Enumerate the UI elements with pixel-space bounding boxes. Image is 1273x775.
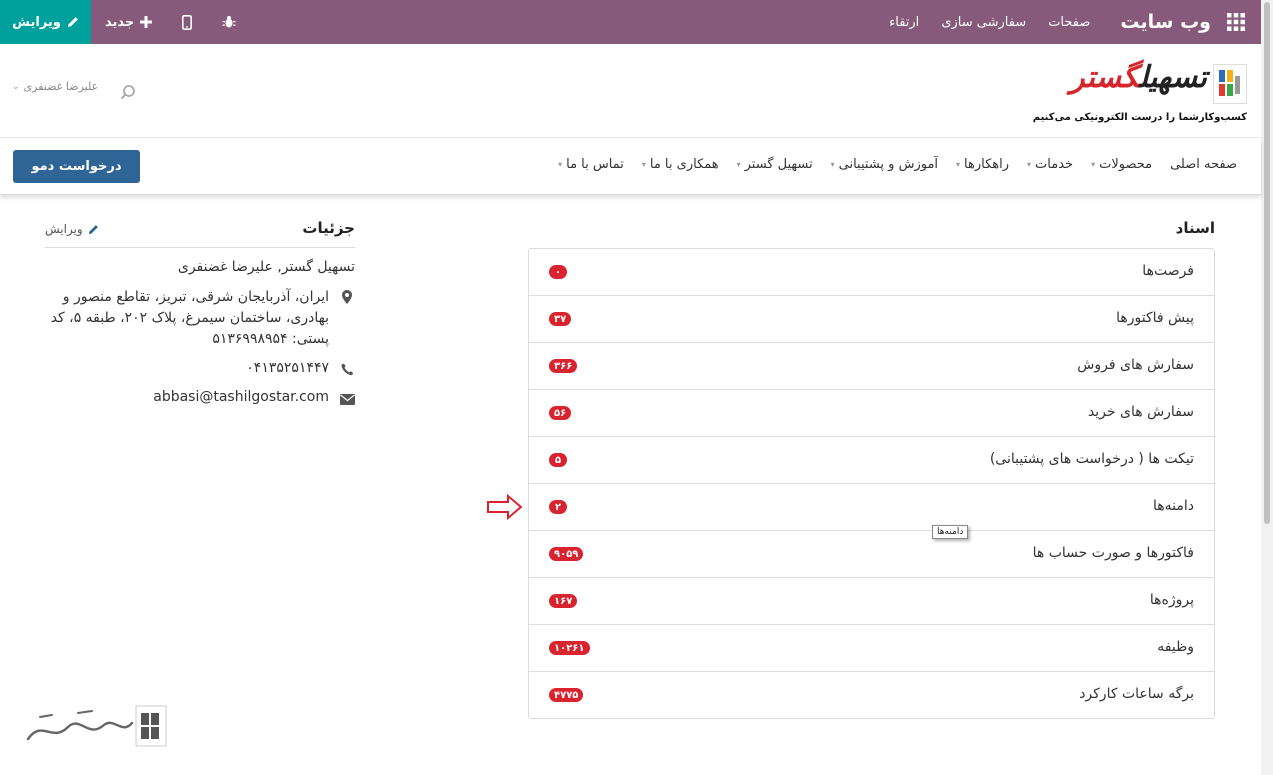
logo-tagline: کسب‌وکارشما را درست الکترونیکی می‌کنیم	[1032, 112, 1247, 123]
site-logo[interactable]: تسهیلگستر کسب‌وکارشما را درست الکترونیکی…	[1033, 58, 1247, 130]
main-nav: صفحه اصلی محصولات ▾ خدمات ▾ راهکارها ▾ آموز…	[0, 138, 1261, 195]
contact-name: تسهیل گستر, علیرضا غضنفری	[177, 259, 355, 275]
nav-home[interactable]: صفحه اصلی	[1170, 157, 1237, 172]
envelope-icon	[339, 391, 355, 407]
caret-down-icon: ▾	[641, 160, 646, 169]
user-menu[interactable]: علیرضا غضنفری ⌄	[12, 80, 98, 93]
edit-button-label: ویرایش	[12, 14, 61, 30]
documents-title: اسناد	[1175, 219, 1215, 237]
nav-cooperation[interactable]: همکاری با ما ▾	[642, 157, 719, 172]
details-header: جزئیات ویرایش	[45, 219, 355, 248]
details-edit-link[interactable]: ویرایش	[45, 222, 99, 236]
bug-icon[interactable]	[208, 0, 250, 44]
menu-customize[interactable]: سفارشی سازی	[941, 15, 1026, 30]
count-badge: ۵۶	[549, 406, 572, 420]
count-badge: ۱۶۷	[549, 594, 578, 608]
nav-training-support[interactable]: آموزش و پشتیبانی ▾	[831, 157, 938, 172]
contact-address: ایران، آذربایجان شرقی، تبریز، تقاطع منصو…	[45, 287, 355, 350]
watermark-logo	[26, 705, 167, 747]
list-item[interactable]: وظیفه ۱۰۲۶۱	[529, 625, 1214, 672]
list-item[interactable]: دامنه‌ها ۲	[529, 484, 1214, 531]
count-badge: ۲	[549, 500, 567, 514]
user-name: علیرضا غضنفری	[23, 80, 99, 93]
nav-links: صفحه اصلی محصولات ▾ خدمات ▾ راهکارها ▾ آموز…	[558, 157, 1237, 172]
count-badge: ۵	[549, 453, 567, 467]
list-item[interactable]: تیکت ها ( درخواست های پشتیبانی) ۵	[529, 437, 1214, 484]
list-item[interactable]: فاکتورها و صورت حساب ها ۹۰۵۹	[529, 531, 1214, 578]
count-badge: ۹۰۵۹	[549, 547, 584, 561]
scrollbar-thumb[interactable]	[1264, 2, 1270, 524]
mobile-icon[interactable]	[166, 0, 208, 44]
count-badge: ۱۰۲۶۱	[549, 641, 590, 655]
count-badge: ۰	[549, 265, 567, 279]
nav-contact[interactable]: تماس با ما ▾	[558, 157, 624, 172]
new-button-label: جدید	[105, 14, 135, 30]
apps-grid-icon[interactable]	[1211, 0, 1261, 44]
nav-services[interactable]: خدمات ▾	[1027, 157, 1073, 172]
hover-tooltip: دامنه‌ها	[932, 525, 969, 539]
topbar-menu: صفحات سفارشی سازی ارتقاء	[889, 15, 1090, 30]
admin-topbar: وب سایت صفحات سفارشی سازی ارتقاء جدید وی…	[0, 0, 1261, 44]
menu-upgrade[interactable]: ارتقاء	[889, 15, 919, 30]
count-badge: ۳۶۶	[549, 359, 578, 373]
new-button[interactable]: جدید	[91, 0, 166, 44]
nav-products[interactable]: محصولات ▾	[1091, 157, 1152, 172]
nav-tashil-gostar[interactable]: تسهیل گستر ▾	[737, 157, 813, 172]
caret-down-icon: ▾	[830, 160, 835, 169]
caret-down-icon: ▾	[1091, 160, 1096, 169]
nav-solutions[interactable]: راهکارها ▾	[956, 157, 1009, 172]
app-brand[interactable]: وب سایت	[1120, 11, 1211, 33]
count-badge: ۳۷	[549, 312, 572, 326]
page-scrollbar[interactable]	[1261, 0, 1273, 775]
list-item[interactable]: برگه ساعات کارکرد ۴۷۷۵	[529, 672, 1214, 718]
chevron-down-icon: ⌄	[12, 81, 20, 92]
menu-pages[interactable]: صفحات	[1048, 15, 1090, 30]
caret-down-icon: ▾	[956, 160, 961, 169]
edit-button[interactable]: ویرایش	[0, 0, 91, 44]
list-item[interactable]: سفارش های خرید ۵۶	[529, 390, 1214, 437]
caret-down-icon: ▾	[736, 160, 741, 169]
list-item[interactable]: فرصت‌ها ۰	[529, 249, 1214, 296]
list-item[interactable]: پروژه‌ها ۱۶۷	[529, 578, 1214, 625]
logo-wordmark: تسهیلگستر	[1070, 60, 1207, 95]
caret-down-icon: ▾	[558, 160, 563, 169]
contact-email[interactable]: abbasi@tashilgostar.com	[45, 389, 355, 405]
request-demo-button[interactable]: درخواست دمو	[13, 150, 140, 183]
list-item[interactable]: سفارش های فروش ۳۶۶	[529, 343, 1214, 390]
map-marker-icon	[339, 289, 355, 305]
contact-phone: ۰۴۱۳۵۲۵۱۴۴۷	[45, 360, 355, 376]
logo-bars-icon	[1219, 70, 1240, 96]
count-badge: ۴۷۷۵	[549, 688, 584, 702]
search-icon[interactable]	[120, 84, 136, 100]
documents-list: فرصت‌ها ۰ پیش فاکتورها ۳۷ سفارش های فروش ۳۶…	[528, 248, 1215, 719]
pencil-icon	[67, 17, 78, 27]
caret-down-icon: ▾	[1027, 160, 1032, 169]
site-header: تسهیلگستر کسب‌وکارشما را درست الکترونیکی…	[0, 44, 1261, 138]
arrow-right-icon	[487, 494, 523, 520]
plus-icon	[140, 16, 153, 28]
phone-icon	[339, 361, 355, 377]
pencil-icon	[88, 224, 98, 234]
details-title: جزئیات	[302, 219, 355, 237]
list-item[interactable]: پیش فاکتورها ۳۷	[529, 296, 1214, 343]
